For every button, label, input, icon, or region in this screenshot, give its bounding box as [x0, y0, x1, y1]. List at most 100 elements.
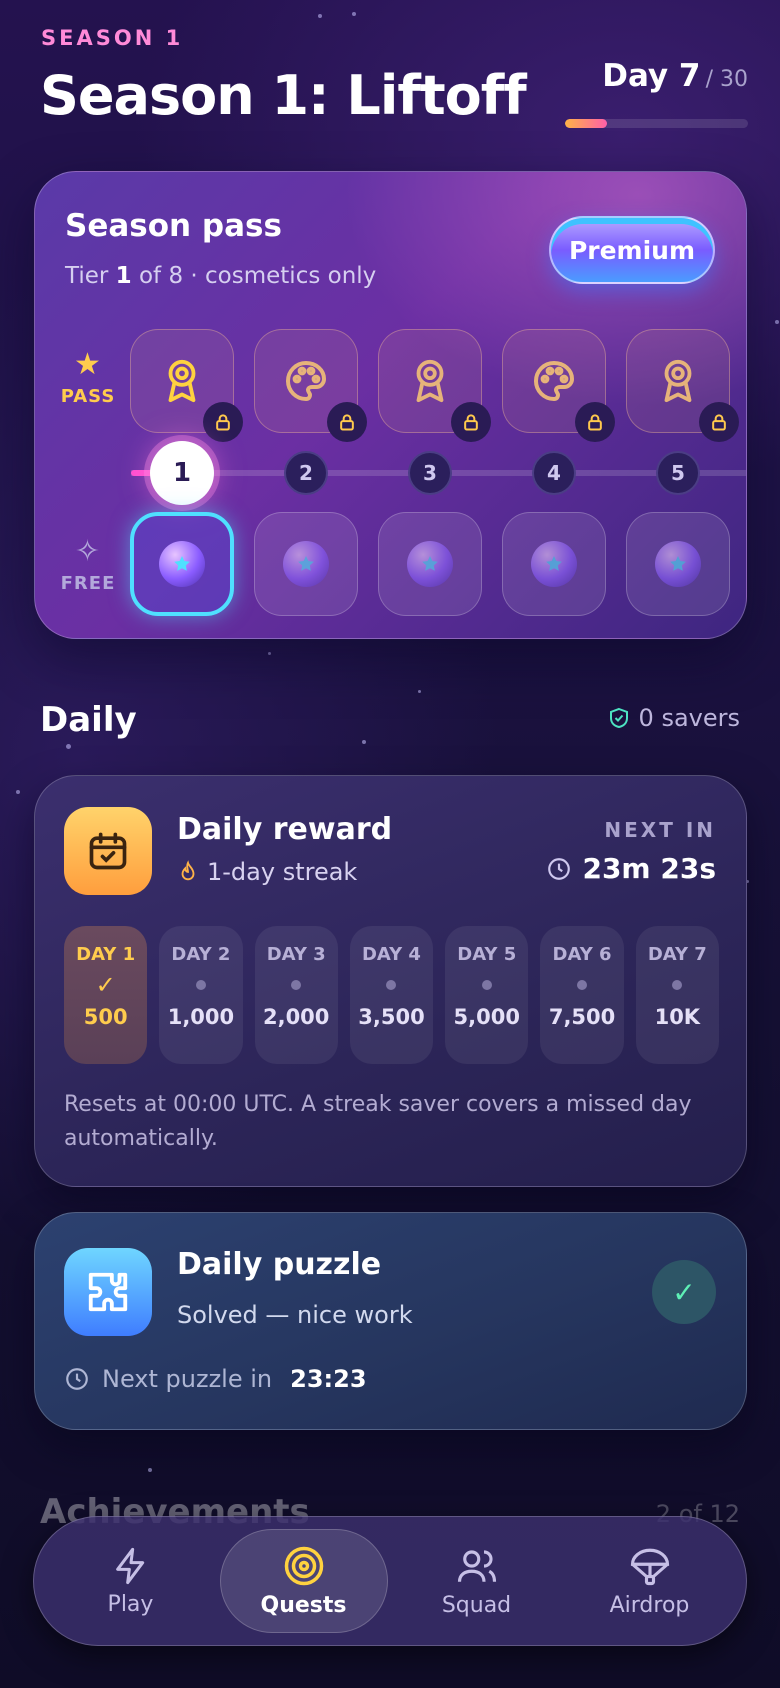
nav-airdrop-label: Airdrop: [609, 1592, 690, 1618]
target-icon: [284, 1546, 323, 1585]
streak-savers[interactable]: 0 savers: [607, 704, 740, 732]
tier-number: 5: [656, 451, 700, 495]
free-reward-tile[interactable]: [502, 512, 606, 616]
season-progress-fill: [565, 119, 608, 128]
tier-number: 1: [150, 441, 214, 505]
reward-day: DAY 7 10K: [635, 926, 719, 1064]
tier-number: 2: [284, 451, 328, 495]
reward-day: DAY 5 5,000: [445, 926, 529, 1064]
star: [148, 1468, 152, 1472]
clock-icon: [66, 1368, 88, 1390]
reward-day-value: 10K: [654, 1005, 701, 1029]
reward-day-name: DAY 4: [361, 944, 421, 965]
free-reward-tile[interactable]: [378, 512, 482, 616]
reward-day-value: 3,500: [358, 1005, 425, 1029]
pass-reward-tile[interactable]: [254, 329, 367, 442]
tier-number: 3: [408, 451, 452, 495]
reset-note: Resets at 00:00 UTC. A streak saver cove…: [64, 1092, 692, 1151]
day-current: Day 7: [602, 58, 701, 94]
reward-day: DAY 6 7,500: [540, 926, 624, 1064]
star: [362, 740, 366, 744]
star: [352, 12, 356, 16]
pass-row-text: PASS: [60, 386, 116, 407]
reward-day: DAY 1 ✓ 500: [64, 926, 148, 1064]
lock-icon: [699, 402, 739, 442]
reward-day: DAY 2 1,000: [159, 926, 243, 1064]
nav-squad[interactable]: Squad: [393, 1529, 561, 1633]
reward-day-name: DAY 3: [266, 944, 326, 965]
day-counter: Day 7 / 30: [602, 58, 748, 94]
savers-text: 0 savers: [638, 704, 740, 732]
current-tier: 1: [115, 263, 132, 289]
star: [66, 744, 71, 749]
orb-icon: [407, 541, 453, 587]
pass-reward-tile[interactable]: [378, 329, 491, 442]
reward-day-value: 5,000: [453, 1005, 520, 1029]
nav-quests-label: Quests: [260, 1592, 347, 1618]
free-reward-tile[interactable]: [130, 512, 234, 616]
lock-icon: [203, 402, 243, 442]
users-icon: [457, 1549, 496, 1582]
nav-play[interactable]: Play: [47, 1529, 215, 1633]
lightning-icon: [115, 1547, 144, 1584]
medal-icon: [159, 356, 205, 406]
daily-section-title: Daily: [40, 700, 137, 740]
next-in-label: NEXT IN: [604, 818, 716, 842]
pending-dot: [291, 965, 302, 1005]
bottom-nav: Play Quests Squad Airdrop: [33, 1516, 747, 1646]
day-total: / 30: [705, 67, 748, 92]
season-pass-card: Season pass Tier 1 of 8 · cosmetics only…: [34, 171, 747, 639]
puzzle-status: Solved — nice work: [177, 1301, 413, 1329]
pass-row-label: ★ PASS: [53, 347, 123, 408]
free-reward-tile[interactable]: [626, 512, 730, 616]
nav-quests[interactable]: Quests: [219, 1529, 388, 1633]
daily-reward-card: Daily reward 1-day streak NEXT IN 23m 23…: [34, 775, 747, 1187]
palette-icon: [530, 357, 578, 405]
reward-day: DAY 4 3,500: [349, 926, 434, 1064]
pass-reward-tile[interactable]: [626, 329, 739, 442]
nav-airdrop[interactable]: Airdrop: [566, 1529, 734, 1633]
free-row-label: ✧ FREE: [53, 534, 123, 595]
pass-reward-tile[interactable]: [130, 329, 243, 442]
reward-day-name: DAY 1: [76, 944, 136, 965]
star-icon: ★: [74, 347, 102, 382]
check-icon: ✓: [95, 971, 116, 999]
lock-icon: [327, 402, 367, 442]
nav-play-label: Play: [107, 1591, 154, 1617]
star: [268, 652, 271, 655]
free-reward-tile[interactable]: [254, 512, 358, 616]
reward-day-value: 500: [83, 1005, 128, 1029]
medal-icon: [407, 356, 453, 406]
orb-icon: [283, 541, 329, 587]
orb-icon: [159, 541, 205, 587]
page-title: Season 1: Liftoff: [40, 64, 527, 127]
palette-icon: [282, 357, 330, 405]
check-icon: ✓: [652, 1260, 716, 1324]
orb-icon: [531, 541, 577, 587]
next-puzzle-label: Next puzzle in: [102, 1365, 273, 1393]
clock-icon: [548, 857, 571, 880]
reward-day-value: 2,000: [262, 1005, 330, 1029]
next-puzzle-time: 23:23: [290, 1365, 367, 1393]
orb-icon: [655, 541, 701, 587]
star: [318, 14, 322, 18]
premium-button[interactable]: Premium: [549, 216, 715, 284]
streak-info: 1-day streak: [177, 858, 357, 886]
pass-reward-tile[interactable]: [502, 329, 615, 442]
pending-dot: [386, 965, 397, 1005]
reward-days: DAY 1 ✓ 500 DAY 2 1,000 DAY 3 2,000 DAY 4 3,500 D…: [64, 926, 719, 1064]
star: [16, 790, 20, 794]
reward-day-value: 7,500: [548, 1005, 616, 1029]
daily-puzzle-card[interactable]: Daily puzzle Solved — nice work ✓ Next p…: [34, 1212, 747, 1430]
streak-text: 1-day streak: [207, 858, 358, 886]
season-progress-bar: [565, 119, 748, 128]
calendar-icon: [64, 807, 152, 895]
nav-squad-label: Squad: [441, 1592, 512, 1618]
sparkles-icon: ✧: [74, 534, 102, 569]
shield-check-icon: [609, 707, 628, 729]
pending-dot: [195, 965, 206, 1005]
season-label: SEASON 1: [41, 26, 184, 50]
pending-dot: [672, 965, 683, 1005]
pending-dot: [577, 965, 588, 1005]
reward-day: DAY 3 2,000: [254, 926, 338, 1064]
